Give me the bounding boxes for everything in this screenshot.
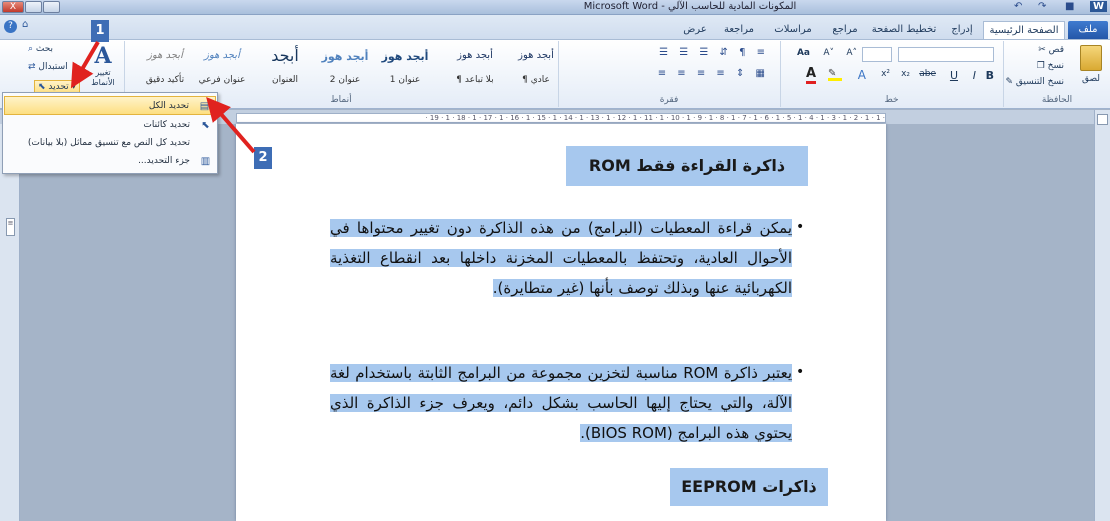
tab-review[interactable]: مراجعة xyxy=(716,21,762,39)
style-subtle-emphasis[interactable]: أبجد هوز تأكيد دقيق xyxy=(140,50,190,92)
format-painter-button[interactable]: ✎ نسخ التنسيق xyxy=(1005,77,1064,87)
paragraph-1-text: يمكن قراءة المعطيات (البرامج) من هذه الذ… xyxy=(330,219,792,297)
font-size-select[interactable] xyxy=(862,47,892,62)
horizontal-ruler[interactable]: · 1 · 1 · 2 · 1 · 3 · 1 · 4 · 1 · 5 · 1 … xyxy=(236,113,886,123)
brush-icon: ✎ xyxy=(1005,77,1016,87)
close-button[interactable]: X xyxy=(2,1,24,13)
highlight-color-icon[interactable]: ✎ xyxy=(828,68,842,81)
strikethrough-button[interactable]: abe xyxy=(919,69,936,79)
change-styles-icon: A xyxy=(94,43,112,69)
maximize-button[interactable] xyxy=(25,1,42,13)
ribbon-minimize-icon[interactable]: ⌂ xyxy=(22,19,28,30)
callout-step-1: 1 xyxy=(91,20,109,42)
tab-file[interactable]: ملف xyxy=(1068,21,1108,39)
font-name-select[interactable] xyxy=(898,47,994,62)
style-subtitle[interactable]: أبجد هوز عنوان فرعي xyxy=(192,50,252,92)
vertical-ruler-handle[interactable]: ≡ xyxy=(6,218,15,236)
select-objects-icon: ⬉ xyxy=(201,120,210,131)
superscript-button[interactable]: x² xyxy=(881,69,890,79)
bold-button[interactable]: B xyxy=(986,69,994,82)
bullet-marker: • xyxy=(796,219,805,235)
bullet-marker: • xyxy=(796,364,805,380)
menu-item-select-objects[interactable]: ⬉ تحديد كائنات xyxy=(4,116,216,135)
document-paragraph-2[interactable]: يعتبر ذاكرة ROM مناسبة لتخزين مجموعة من … xyxy=(330,358,792,463)
shrink-font-button[interactable]: A˅ xyxy=(823,48,834,58)
document-heading-eeprom[interactable]: ذاكرات EEPROM xyxy=(670,468,828,506)
style-heading-2[interactable]: أبجد هوز عنوان 2 xyxy=(318,50,372,92)
tab-page-layout[interactable]: تخطيط الصفحة xyxy=(870,21,938,39)
paragraph-group: ☰ ☰ ☰ ⇵ ¶ ≡ ≡ ≡ ≡ ≡ ⇕ ▦ فقرة xyxy=(558,41,779,107)
italic-button[interactable]: I xyxy=(973,69,976,82)
window-title: المكونات المادية للحاسب الآلي - Microsof… xyxy=(583,1,797,12)
tab-mailings[interactable]: مراسلات xyxy=(768,21,818,39)
callout-step-2: 2 xyxy=(254,147,272,169)
save-icon[interactable]: ■ xyxy=(1065,1,1074,12)
binoculars-icon: ⌕ xyxy=(28,44,36,54)
paragraph-toolbar-row1[interactable]: ☰ ☰ ☰ ⇵ ¶ ≡ xyxy=(659,47,769,58)
menu-item-select-similar-text[interactable]: تحديد كل النص مع تنسيق مماثل (بلا بيانات… xyxy=(4,134,216,153)
style-title[interactable]: أبجد العنوان xyxy=(255,46,315,92)
window-controls: X xyxy=(2,1,60,13)
subscript-button[interactable]: x₂ xyxy=(901,69,910,79)
help-icon[interactable]: ? xyxy=(4,20,17,33)
cut-button[interactable]: ✂ قص xyxy=(1038,45,1064,55)
change-styles-button[interactable]: A تغيير الأنماط xyxy=(84,44,122,94)
change-case-button[interactable]: Aa xyxy=(797,48,810,58)
style-heading-1[interactable]: أبجد هوز عنوان 1 xyxy=(375,50,435,92)
vertical-ruler xyxy=(0,124,20,521)
grow-font-button[interactable]: A˄ xyxy=(846,48,857,58)
tab-references[interactable]: مراجع xyxy=(826,21,864,39)
text-effects-icon[interactable]: A xyxy=(858,68,866,82)
select-dropdown-menu: ▤ تحديد الكل ⬉ تحديد كائنات تحديد كل الن… xyxy=(2,92,218,174)
selection-pane-icon: ▥ xyxy=(200,156,211,167)
menu-item-select-all[interactable]: ▤ تحديد الكل xyxy=(4,96,216,115)
undo-icon[interactable]: ↶ xyxy=(1014,1,1022,12)
paste-button[interactable]: لصق xyxy=(1082,74,1100,84)
ribbon-tab-bar xyxy=(0,15,1110,40)
quick-access-toolbar: ↶ ↷ ■ W xyxy=(1010,1,1108,14)
vertical-scrollbar[interactable] xyxy=(1094,110,1110,521)
select-all-icon: ▤ xyxy=(199,101,210,112)
document-paragraph-1[interactable]: يمكن قراءة المعطيات (البرامج) من هذه الذ… xyxy=(330,213,792,353)
copy-icon: ❐ xyxy=(1036,61,1048,71)
clipboard-group-label: الحافظة xyxy=(1041,95,1073,105)
redo-icon[interactable]: ↷ xyxy=(1038,1,1046,12)
font-group-label: خط xyxy=(884,95,899,105)
clipboard-group: لصق ✂ قص ❐ نسخ ✎ نسخ التنسيق الحافظة xyxy=(1003,41,1110,107)
paste-icon[interactable] xyxy=(1080,45,1102,71)
underline-button[interactable]: U xyxy=(950,69,958,82)
font-color-icon[interactable]: A xyxy=(805,66,816,84)
style-normal[interactable]: أبجد هوز ¶ عادي xyxy=(515,50,557,92)
copy-button[interactable]: ❐ نسخ xyxy=(1037,61,1064,71)
scissors-icon: ✂ xyxy=(1038,45,1049,55)
replace-icon: ⇄ xyxy=(28,62,39,72)
paragraph-group-label: فقرة xyxy=(659,95,679,105)
font-group: A˄ A˅ Aa B I U abe x₂ x² A ✎ A خط xyxy=(780,41,1002,107)
paragraph-toolbar-row2[interactable]: ≡ ≡ ≡ ≡ ⇕ ▦ xyxy=(658,68,769,79)
tab-insert[interactable]: إدراج xyxy=(945,21,979,39)
minimize-button[interactable] xyxy=(43,1,60,13)
document-heading-rom[interactable]: ذاكرة القراءة فقط ROM xyxy=(566,146,808,186)
replace-button[interactable]: ⇄ استبدال xyxy=(28,62,68,72)
tab-view[interactable]: عرض xyxy=(680,21,710,39)
ruler-toggle-icon[interactable] xyxy=(1097,114,1108,125)
find-button[interactable]: ⌕ بحث xyxy=(28,44,53,54)
menu-item-selection-pane[interactable]: ▥ جزء التحديد... xyxy=(4,152,216,171)
style-no-spacing[interactable]: أبجد هوز ¶ بلا تباعد xyxy=(438,50,512,92)
cursor-icon: ⬉ xyxy=(38,82,49,92)
word-app-icon: W xyxy=(1090,1,1108,12)
paragraph-2-text: يعتبر ذاكرة ROM مناسبة لتخزين مجموعة من … xyxy=(330,364,792,442)
help-area: ? ⌂ xyxy=(4,19,44,35)
tab-home[interactable]: الصفحة الرئيسية xyxy=(983,21,1065,39)
